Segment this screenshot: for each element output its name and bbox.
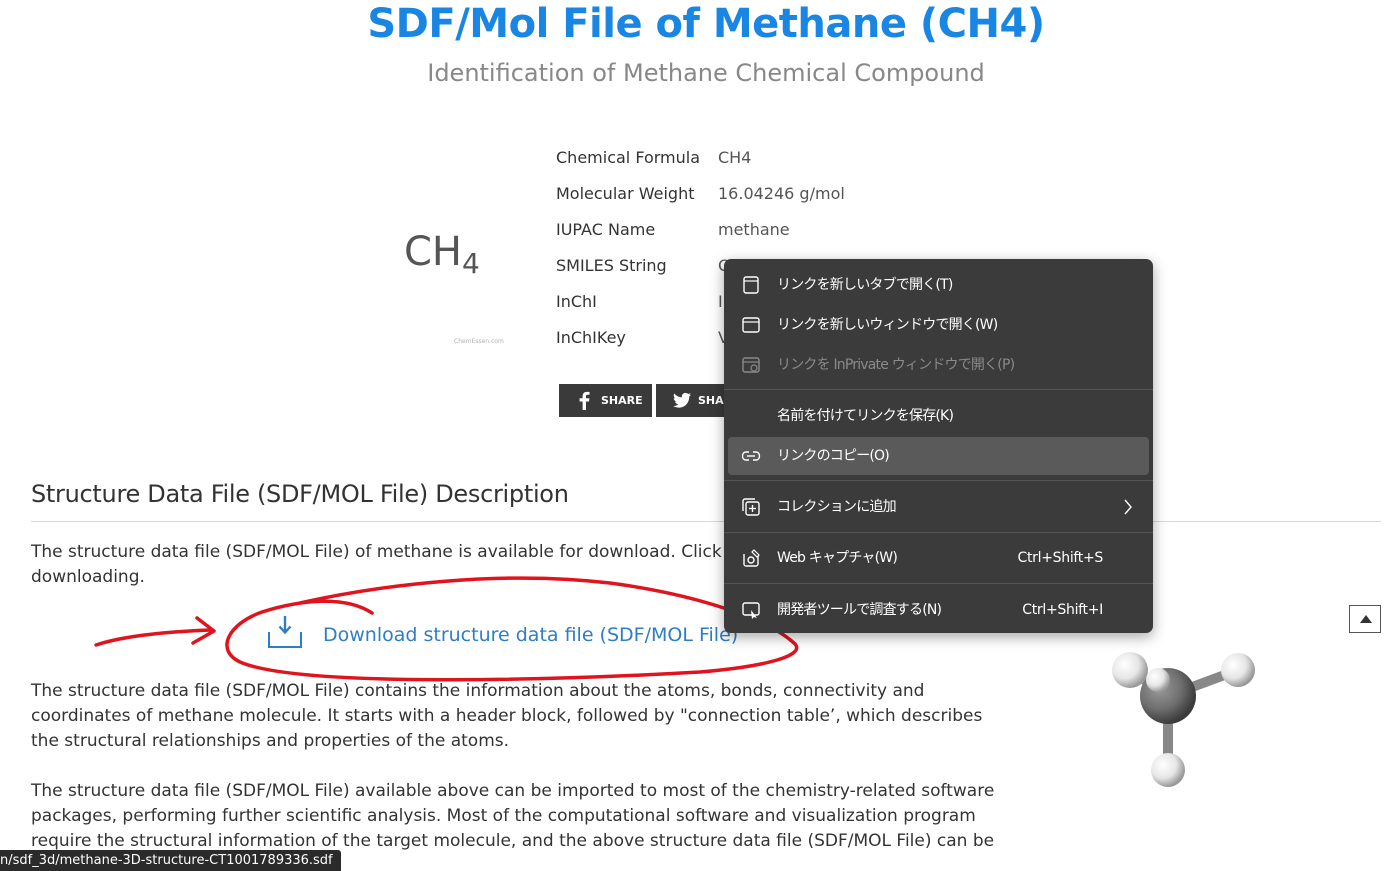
section-heading: Structure Data File (SDF/MOL File) Descr…: [31, 480, 569, 508]
link-icon: [741, 451, 761, 461]
menu-item-label: 開発者ツールで調査する(N): [777, 602, 942, 618]
devtools-icon: [742, 602, 760, 619]
property-value: 16.04246 g/mol: [718, 184, 845, 203]
new-tab-icon: [743, 276, 759, 294]
menu-item-shortcut: Ctrl+Shift+I: [1022, 602, 1103, 618]
property-label: Chemical Formula: [556, 148, 701, 167]
collections-icon: [742, 498, 760, 516]
property-row: Chemical Formula CH4: [556, 146, 1156, 170]
chevron-right-icon: [1124, 499, 1132, 515]
intro-line: The structure data file (SDF/MOL File) o…: [31, 542, 745, 562]
facebook-icon: [579, 391, 590, 410]
web-capture-icon: [743, 549, 760, 567]
menu-item-label: 名前を付けてリンクを保存(K): [777, 408, 954, 424]
hydrogen-atom: [1146, 668, 1170, 692]
facebook-share-button[interactable]: SHARE: [559, 384, 652, 417]
menu-item-open-new-window[interactable]: リンクを新しいウィンドウで開く(W): [728, 306, 1149, 344]
property-row: Molecular Weight 16.04246 g/mol: [556, 182, 1156, 206]
formula-image: CH4: [404, 228, 514, 284]
menu-item-shortcut: Ctrl+Shift+S: [1017, 550, 1104, 566]
intro-paragraph: The structure data file (SDF/MOL File) o…: [31, 540, 745, 590]
new-window-icon: [742, 317, 760, 333]
menu-item-web-capture[interactable]: Web キャプチャ(W) Ctrl+Shift+S: [728, 539, 1149, 577]
menu-item-inspect-devtools[interactable]: 開発者ツールで調査する(N) Ctrl+Shift+I: [728, 591, 1149, 629]
menu-item-label: リンクを InPrivate ウィンドウで開く(P): [777, 357, 1015, 373]
watermark: ChemEssen.com: [454, 338, 504, 345]
download-sdf-link[interactable]: Download structure data file (SDF/MOL Fi…: [267, 614, 767, 654]
property-value: methane: [718, 220, 790, 239]
menu-separator: [724, 389, 1153, 390]
menu-item-label: リンクを新しいウィンドウで開く(W): [777, 317, 998, 333]
download-link-label: Download structure data file (SDF/MOL Fi…: [323, 624, 739, 646]
menu-item-copy-link[interactable]: リンクのコピー(O): [728, 437, 1149, 475]
status-bar-url: n/sdf_3d/methane-3D-structure-CT10017893…: [0, 850, 341, 871]
annotation-arrow-shaft: [94, 628, 212, 647]
twitter-icon: [673, 392, 691, 408]
inprivate-window-icon: [742, 357, 760, 373]
menu-item-open-inprivate: リンクを InPrivate ウィンドウで開く(P): [728, 346, 1149, 384]
property-label: Molecular Weight: [556, 184, 695, 203]
page-title: SDF/Mol File of Methane (CH4): [367, 1, 1045, 47]
menu-separator: [724, 532, 1153, 533]
menu-item-label: Web キャプチャ(W): [777, 550, 898, 566]
facebook-share-label: SHARE: [601, 394, 643, 407]
download-icon: [268, 616, 302, 648]
hydrogen-atom: [1112, 652, 1148, 688]
page-subtitle: Identification of Methane Chemical Compo…: [427, 59, 985, 87]
menu-separator: [724, 583, 1153, 584]
property-label: IUPAC Name: [556, 220, 656, 239]
context-menu: リンクを新しいタブで開く(T) リンクを新しいウィンドウで開く(W) リンクを …: [724, 259, 1153, 633]
menu-item-label: コレクションに追加: [777, 499, 897, 515]
menu-separator: [724, 480, 1153, 481]
description-paragraph: The structure data file (SDF/MOL File) c…: [31, 681, 983, 751]
property-row: IUPAC Name methane: [556, 218, 1156, 242]
hydrogen-atom: [1151, 753, 1185, 787]
property-label: InChIKey: [556, 328, 626, 347]
menu-item-open-new-tab[interactable]: リンクを新しいタブで開く(T): [728, 266, 1149, 304]
formula-main: CH: [404, 229, 463, 275]
twitter-share-label: SHARE: [698, 394, 726, 407]
property-label: SMILES String: [556, 256, 667, 275]
property-value: CH4: [718, 148, 752, 167]
menu-item-label: リンクを新しいタブで開く(T): [777, 277, 953, 293]
intro-line: downloading.: [31, 567, 145, 587]
property-label: InChI: [556, 292, 597, 311]
twitter-share-button[interactable]: SHARE: [656, 384, 726, 417]
menu-item-save-link-as[interactable]: 名前を付けてリンクを保存(K): [728, 397, 1149, 435]
menu-item-add-to-collections[interactable]: コレクションに追加: [728, 488, 1149, 526]
section-divider: [31, 521, 1381, 522]
caret-up-icon: [1360, 615, 1372, 623]
scroll-to-top-button[interactable]: [1349, 605, 1381, 633]
methane-3d-model: [1112, 652, 1255, 787]
menu-item-label: リンクのコピー(O): [777, 448, 890, 464]
annotation-arrow-head: [191, 616, 216, 645]
formula-subscript: 4: [462, 247, 480, 280]
hydrogen-atom: [1221, 653, 1255, 687]
